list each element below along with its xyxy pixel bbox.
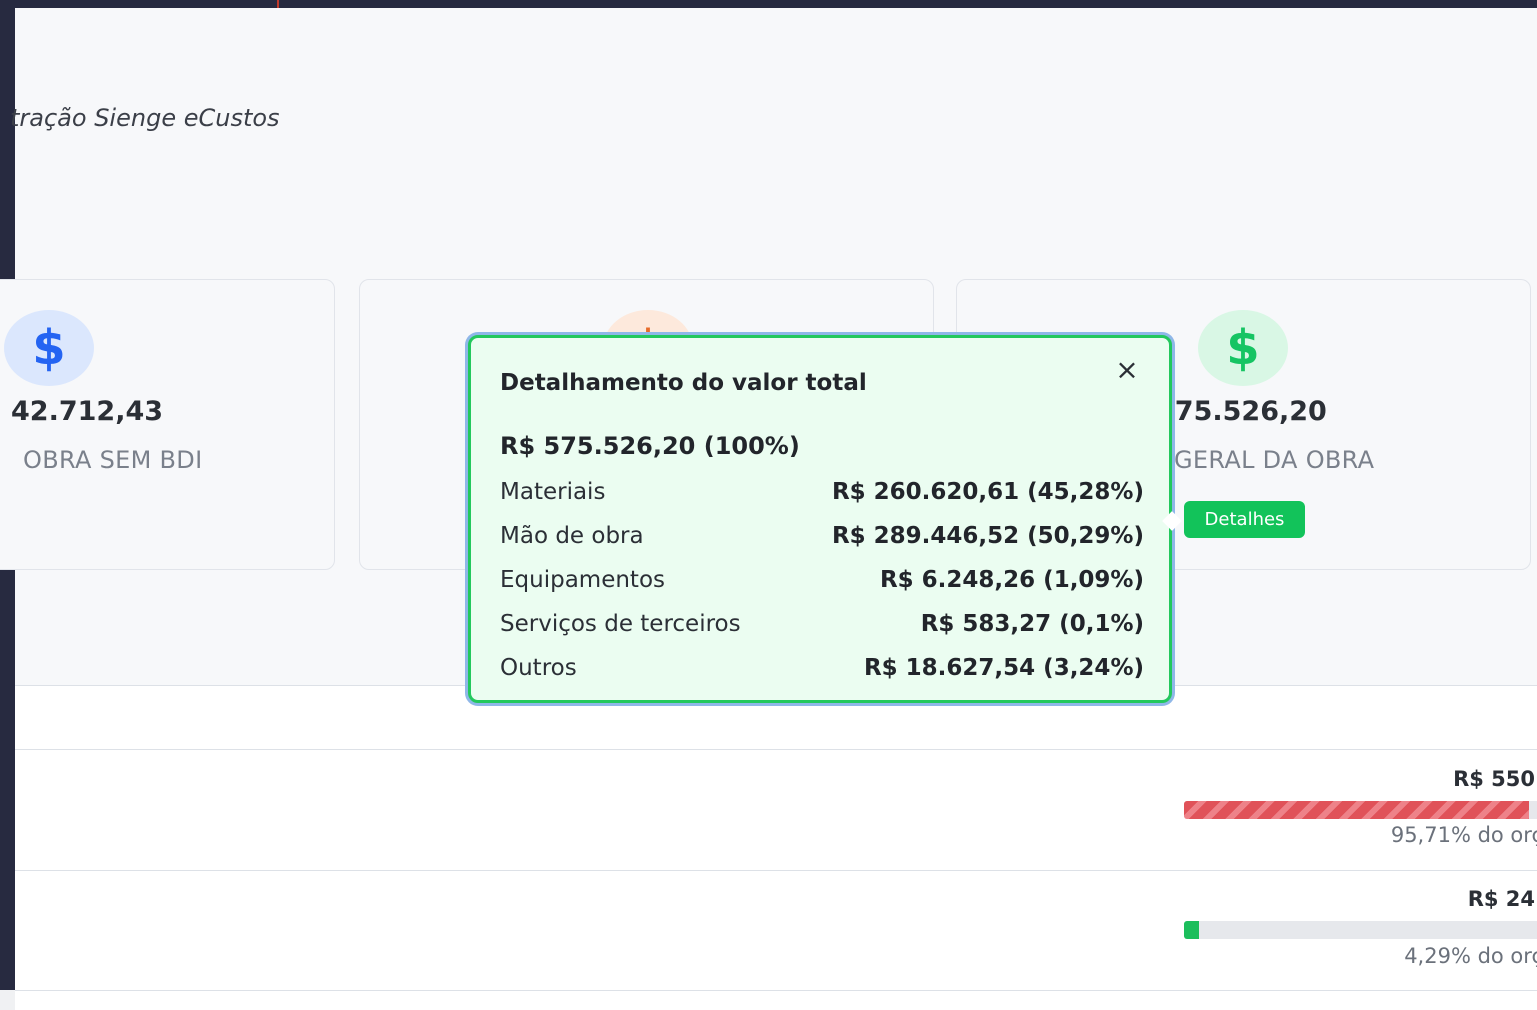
- breakdown-row-materiais: Materiais R$ 260.620,61 (45,28%): [500, 476, 1144, 508]
- page-subtitle: tração Sienge eCustos: [10, 104, 280, 132]
- budget-row-value: R$ 550.: [1453, 767, 1537, 791]
- breakdown-value: R$ 583,27 (0,1%): [920, 611, 1144, 637]
- divider: [15, 990, 1537, 991]
- close-icon[interactable]: ×: [1113, 356, 1141, 384]
- breakdown-label: Materiais: [500, 479, 606, 505]
- breakdown-label: Serviços de terceiros: [500, 611, 741, 637]
- budget-progress-fill: [1184, 801, 1529, 819]
- divider: [15, 870, 1537, 871]
- breakdown-row-mao-de-obra: Mão de obra R$ 289.446,52 (50,29%): [500, 520, 1144, 552]
- card-label: GERAL DA OBRA: [1174, 446, 1375, 474]
- breakdown-label: Equipamentos: [500, 567, 665, 593]
- breakdown-value: R$ 289.446,52 (50,29%): [831, 523, 1144, 549]
- budget-row-percent: 4,29% do orç: [1404, 944, 1537, 968]
- dollar-icon: $: [1198, 310, 1288, 386]
- breakdown-row-servicos-de-terceiros: Serviços de terceiros R$ 583,27 (0,1%): [500, 608, 1144, 640]
- breakdown-value: R$ 18.627,54 (3,24%): [863, 655, 1144, 681]
- corner-block: [0, 990, 15, 1010]
- breakdown-value: R$ 6.248,26 (1,09%): [879, 567, 1144, 593]
- breakdown-label: Mão de obra: [500, 523, 644, 549]
- divider: [15, 749, 1537, 750]
- budget-progress-fill: [1184, 921, 1200, 939]
- card-value: 575.526,20: [1156, 396, 1327, 427]
- budget-row-value: R$ 24.: [1467, 887, 1537, 911]
- budget-progress-bar: [1184, 801, 1537, 819]
- budget-section: [15, 686, 1537, 1010]
- popover-title: Detalhamento do valor total: [500, 370, 867, 396]
- breakdown-row-equipamentos: Equipamentos R$ 6.248,26 (1,09%): [500, 564, 1144, 596]
- popover-total: R$ 575.526,20 (100%): [500, 432, 800, 460]
- dollar-icon: $: [4, 310, 94, 386]
- summary-card-obra-sem-bdi: $ 42.712,43 OBRA SEM BDI: [0, 279, 335, 570]
- breakdown-row-outros: Outros R$ 18.627,54 (3,24%): [500, 652, 1144, 684]
- budget-row-percent: 95,71% do orç: [1390, 823, 1537, 847]
- card-value: 42.712,43: [11, 396, 164, 427]
- card-label: OBRA SEM BDI: [23, 446, 203, 474]
- breakdown-value: R$ 260.620,61 (45,28%): [831, 479, 1144, 505]
- breakdown-label: Outros: [500, 655, 577, 681]
- top-bar: [0, 0, 1537, 8]
- top-bar-marker: [277, 0, 279, 8]
- total-breakdown-popover: Detalhamento do valor total × R$ 575.526…: [468, 335, 1182, 703]
- budget-progress-bar: [1184, 921, 1537, 939]
- details-button[interactable]: Detalhes: [1184, 501, 1305, 538]
